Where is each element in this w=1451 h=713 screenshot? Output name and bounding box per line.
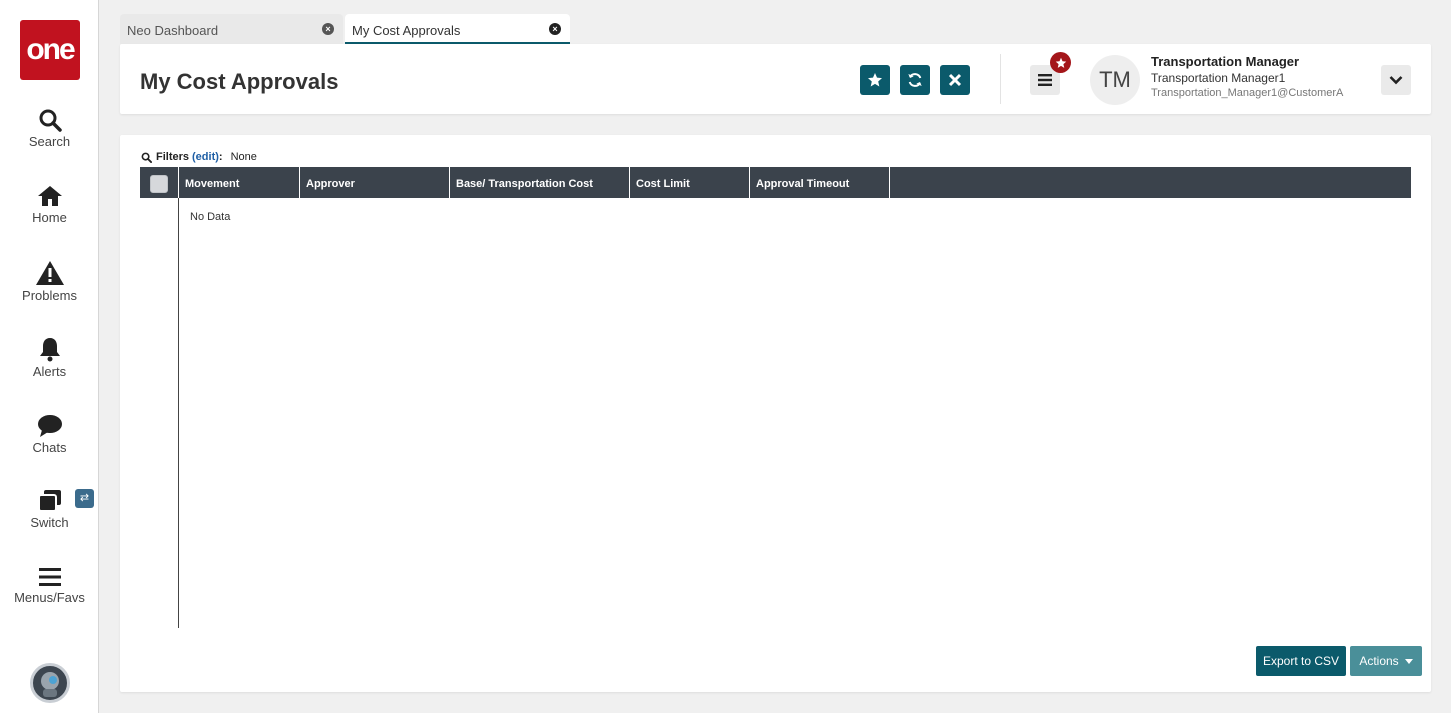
sidebar-item-label: Problems [22, 288, 77, 303]
chevron-down-icon [1389, 76, 1403, 85]
sidebar-item-alerts[interactable]: Alerts [0, 336, 99, 379]
column-header-cost-limit[interactable]: Cost Limit [630, 167, 750, 198]
user-name: Transportation Manager [1151, 54, 1300, 69]
tab-close-icon[interactable]: × [549, 23, 561, 35]
filters-label: Filters [156, 151, 190, 163]
filters-value: None [230, 151, 257, 163]
bell-icon [39, 338, 60, 362]
chat-icon [37, 415, 62, 437]
favorite-button[interactable] [860, 65, 890, 95]
close-button[interactable] [940, 65, 970, 95]
sidebar-item-label: Chats [32, 440, 67, 455]
sidebar-item-label: Search [28, 134, 71, 149]
close-icon [948, 73, 962, 87]
filters-edit-link[interactable]: (edit) [192, 151, 219, 163]
switch-icon [37, 490, 61, 512]
results-panel: Filters (edit): None Movement Approver B… [120, 135, 1431, 692]
select-all-cell [140, 167, 179, 198]
one-logo[interactable]: one [20, 20, 80, 80]
tab-label: My Cost Approvals [352, 23, 461, 38]
sidebar-item-label: Switch [30, 515, 69, 530]
menu-icon [38, 568, 61, 586]
page-header: My Cost Approvals TM Transportation Mana… [120, 44, 1431, 114]
menu-icon [1038, 74, 1052, 86]
sidebar-item-problems[interactable]: Problems [0, 260, 99, 303]
switch-badge: ⇄ [75, 489, 94, 508]
actions-label: Actions [1359, 654, 1399, 668]
sidebar-item-label: Alerts [32, 364, 67, 379]
actions-dropdown-button[interactable]: Actions [1350, 646, 1422, 676]
user-email: Transportation_Manager1@CustomerA [1151, 87, 1344, 99]
page-title: My Cost Approvals [140, 69, 339, 94]
sidebar-item-label: Menus/Favs [14, 590, 85, 605]
refresh-icon [908, 73, 922, 87]
star-icon [868, 73, 882, 87]
column-header-approval-timeout[interactable]: Approval Timeout [750, 167, 890, 198]
assistant-avatar-icon[interactable] [30, 663, 70, 703]
caret-down-icon [1404, 658, 1413, 664]
sidebar-item-home[interactable]: Home [0, 184, 99, 225]
grid-divider [178, 198, 179, 628]
export-csv-button[interactable]: Export to CSV [1256, 646, 1346, 676]
select-all-checkbox[interactable] [150, 175, 168, 193]
column-header-approver[interactable]: Approver [300, 167, 450, 198]
search-icon [39, 109, 62, 132]
tab-neo-dashboard[interactable]: Neo Dashboard × [120, 14, 343, 44]
user-menu-dropdown-button[interactable] [1381, 65, 1411, 95]
user-avatar[interactable]: TM [1090, 55, 1140, 105]
search-icon [141, 152, 152, 163]
favorites-star-badge-icon [1050, 52, 1071, 73]
sidebar-item-chats[interactable]: Chats [0, 414, 99, 455]
sidebar-item-label: Home [32, 210, 67, 225]
empty-state-text: No Data [190, 211, 231, 223]
sidebar-item-switch[interactable]: ⇄ Switch [0, 489, 99, 530]
column-header-base-transportation-cost[interactable]: Base/ Transportation Cost [450, 167, 630, 198]
tab-close-icon[interactable]: × [322, 23, 334, 35]
sidebar: one Search Home Problems Alerts Chats ⇄ … [0, 0, 99, 713]
header-divider [1000, 54, 1001, 104]
user-role: Transportation Manager1 [1151, 71, 1286, 85]
sidebar-item-menus-favs[interactable]: Menus/Favs [0, 566, 99, 605]
refresh-button[interactable] [900, 65, 930, 95]
warning-icon [35, 261, 64, 285]
filters-bar: Filters (edit): None [141, 151, 257, 163]
logo-text: one [26, 33, 75, 66]
export-csv-label: Export to CSV [1262, 654, 1340, 668]
home-icon [37, 186, 62, 206]
sidebar-item-search[interactable]: Search [0, 108, 99, 149]
tab-my-cost-approvals[interactable]: My Cost Approvals × [345, 14, 570, 44]
grid-header: Movement Approver Base/ Transportation C… [140, 167, 1411, 198]
tab-label: Neo Dashboard [127, 23, 219, 38]
column-header-movement[interactable]: Movement [179, 167, 300, 198]
